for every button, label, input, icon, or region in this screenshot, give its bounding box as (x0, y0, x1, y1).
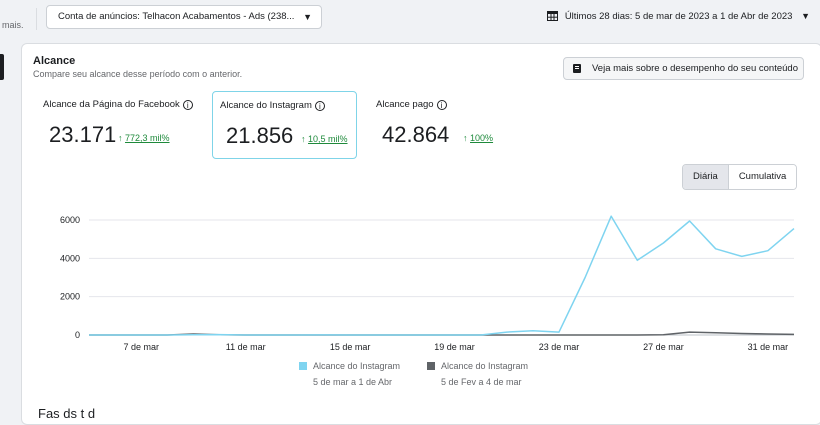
y-tick-label: 6000 (60, 215, 80, 225)
top-bar: mais. Conta de anúncios: Telhacon Acabam… (0, 0, 820, 38)
y-tick-label: 2000 (60, 292, 80, 302)
legend-swatch-current (299, 362, 307, 370)
ad-account-selector[interactable]: Conta de anúncios: Telhacon Acabamentos … (46, 5, 322, 29)
legend-current[interactable]: Alcance do Instagram 5 de mar a 1 de Abr (299, 361, 400, 387)
caret-down-icon: ▼ (801, 11, 810, 21)
reach-card: Alcance Compare seu alcance desse períod… (21, 43, 820, 425)
next-section-heading: Fas ds t d (38, 406, 96, 421)
truncated-text: mais. (2, 20, 24, 30)
x-tick-label: 7 de mar (123, 342, 159, 352)
calendar-icon (547, 11, 559, 24)
x-tick-label: 19 de mar (434, 342, 475, 352)
x-tick-label: 31 de mar (748, 342, 789, 352)
legend-current-label: Alcance do Instagram (313, 361, 401, 371)
reach-line-chart: 0 2000 4000 6000 7 de mar 11 de mar 15 de mar 1… (60, 215, 795, 352)
x-tick-label: 27 de mar (643, 342, 684, 352)
left-indicator (0, 54, 4, 80)
legend-previous-label: Alcance do Instagram (441, 361, 529, 371)
legend-previous-period: 5 de Fev a 4 de mar (441, 377, 522, 387)
y-tick-label: 0 (75, 330, 80, 340)
divider (36, 8, 37, 30)
legend-current-period: 5 de mar a 1 de Abr (313, 377, 393, 387)
x-tick-label: 15 de mar (330, 342, 371, 352)
date-range-selector[interactable]: Últimos 28 dias: 5 de mar de 2023 a 1 de… (547, 11, 810, 24)
y-tick-label: 4000 (60, 253, 80, 263)
ad-account-label: Conta de anúncios: Telhacon Acabamentos … (58, 11, 295, 22)
legend-swatch-previous (427, 362, 435, 370)
caret-down-icon: ▼ (303, 12, 312, 22)
x-tick-label: 23 de mar (539, 342, 580, 352)
legend-previous[interactable]: Alcance do Instagram 5 de Fev a 4 de mar (427, 361, 528, 387)
x-tick-label: 11 de mar (226, 342, 266, 352)
date-range-label: Últimos 28 dias: 5 de mar de 2023 a 1 de… (564, 11, 793, 22)
series-line-current (89, 215, 795, 336)
